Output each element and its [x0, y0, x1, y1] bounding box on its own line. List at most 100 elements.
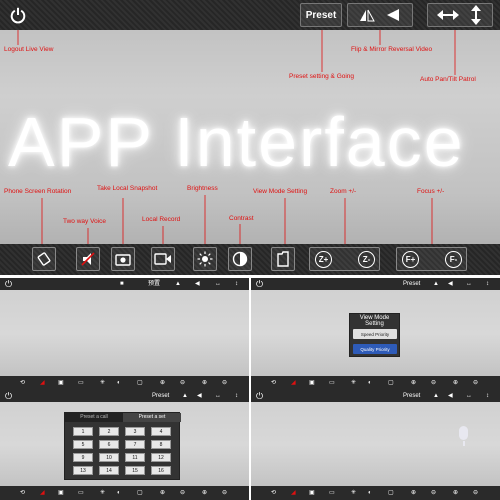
- preset-number-button[interactable]: 10: [99, 453, 119, 462]
- preset-number-button[interactable]: 14: [99, 466, 119, 475]
- view-mode-icon[interactable]: ▢: [137, 376, 143, 390]
- sun-icon[interactable]: ✳: [351, 376, 356, 390]
- arrow-up-down-icon[interactable]: [469, 5, 483, 25]
- mirror-icon[interactable]: ◀: [197, 390, 202, 402]
- speaker-muted-icon[interactable]: ◢: [40, 376, 45, 390]
- view-mode-button[interactable]: [271, 247, 295, 271]
- preset-number-button[interactable]: 16: [151, 466, 171, 475]
- logout-button[interactable]: [6, 3, 30, 27]
- focus-out-button[interactable]: F-: [445, 251, 462, 268]
- tab-preset-set[interactable]: Preset a set: [123, 413, 181, 422]
- preset-number-button[interactable]: 5: [73, 440, 93, 449]
- rotate-screen-icon[interactable]: ⟲: [20, 376, 25, 390]
- zoom-out-icon[interactable]: ⊖: [180, 376, 185, 390]
- power-icon[interactable]: ⏻: [5, 390, 12, 402]
- rotate-screen-icon[interactable]: ⟲: [20, 486, 25, 500]
- preset-number-button[interactable]: 11: [125, 453, 145, 462]
- camera-icon[interactable]: ▣: [309, 376, 315, 390]
- zoom-in-icon[interactable]: ⊕: [411, 486, 416, 500]
- rotate-screen-icon[interactable]: ⟲: [271, 376, 276, 390]
- view-mode-icon[interactable]: ▢: [388, 486, 394, 500]
- brightness-button[interactable]: [193, 247, 217, 271]
- preset-number-button[interactable]: 2: [99, 427, 119, 436]
- camera-icon[interactable]: ▣: [309, 486, 315, 500]
- preset-number-button[interactable]: 8: [151, 440, 171, 449]
- preset-label[interactable]: Preset: [403, 390, 420, 402]
- video-camera-icon[interactable]: ▭: [329, 486, 335, 500]
- sun-icon[interactable]: ✳: [100, 486, 105, 500]
- sun-icon[interactable]: ✳: [351, 486, 356, 500]
- zoom-in-button[interactable]: Z+: [315, 251, 332, 268]
- rotate-screen-icon[interactable]: ⟲: [271, 486, 276, 500]
- focus-out-icon[interactable]: ⊖: [473, 376, 478, 390]
- zoom-out-button[interactable]: Z-: [358, 251, 375, 268]
- preset-number-button[interactable]: 7: [125, 440, 145, 449]
- flip-icon[interactable]: ▲: [182, 390, 188, 402]
- tab-preset-call[interactable]: Preset a call: [65, 413, 123, 422]
- snapshot-button[interactable]: [111, 247, 135, 271]
- zoom-out-icon[interactable]: ⊖: [180, 486, 185, 500]
- view-mode-icon[interactable]: ▢: [137, 486, 143, 500]
- preset-number-button[interactable]: 15: [125, 466, 145, 475]
- preset-number-button[interactable]: 12: [151, 453, 171, 462]
- mirror-icon[interactable]: ◀: [195, 278, 200, 290]
- video-camera-icon[interactable]: ▭: [329, 376, 335, 390]
- contrast-button[interactable]: [228, 247, 252, 271]
- speed-priority-button[interactable]: Speed Priority: [353, 329, 397, 339]
- preset-number-button[interactable]: 9: [73, 453, 93, 462]
- focus-in-icon[interactable]: ⊕: [202, 486, 207, 500]
- preset-button[interactable]: Preset: [300, 3, 342, 27]
- focus-out-icon[interactable]: ⊖: [473, 486, 478, 500]
- video-camera-icon[interactable]: ▭: [78, 376, 84, 390]
- view-mode-icon[interactable]: ▢: [388, 376, 394, 390]
- arrow-up-down-icon[interactable]: ↕: [235, 278, 238, 290]
- contrast-icon[interactable]: ◐: [368, 486, 372, 500]
- preset-number-button[interactable]: 3: [125, 427, 145, 436]
- flip-icon[interactable]: ▲: [433, 390, 439, 402]
- power-icon[interactable]: ⏻: [256, 278, 263, 290]
- record-button[interactable]: [151, 247, 175, 271]
- contrast-icon[interactable]: ◐: [117, 376, 121, 390]
- arrow-up-down-icon[interactable]: ↕: [486, 390, 489, 402]
- arrow-left-right-icon[interactable]: ↔: [466, 278, 472, 290]
- contrast-icon[interactable]: ◐: [368, 376, 372, 390]
- sun-icon[interactable]: ✳: [100, 376, 105, 390]
- arrow-up-down-icon[interactable]: ↕: [486, 278, 489, 290]
- focus-out-icon[interactable]: ⊖: [222, 486, 227, 500]
- focus-out-icon[interactable]: ⊖: [222, 376, 227, 390]
- arrow-left-right-icon[interactable]: ↔: [215, 278, 221, 290]
- arrow-left-right-icon[interactable]: ↔: [215, 390, 221, 402]
- preset-label[interactable]: Preset: [403, 278, 420, 290]
- power-icon[interactable]: ⏻: [5, 278, 12, 290]
- preset-number-button[interactable]: 6: [99, 440, 119, 449]
- focus-in-icon[interactable]: ⊕: [453, 376, 458, 390]
- zoom-in-icon[interactable]: ⊕: [411, 376, 416, 390]
- flip-icon[interactable]: ▲: [433, 278, 439, 290]
- zoom-out-icon[interactable]: ⊖: [431, 376, 436, 390]
- contrast-icon[interactable]: ◐: [117, 486, 121, 500]
- preset-label[interactable]: Preset: [152, 390, 169, 402]
- quality-priority-button[interactable]: Quality Priority: [353, 344, 397, 354]
- zoom-in-icon[interactable]: ⊕: [160, 486, 165, 500]
- arrow-left-right-icon[interactable]: [437, 8, 459, 22]
- preset-number-button[interactable]: 1: [73, 427, 93, 436]
- mirror-icon[interactable]: ◀: [448, 390, 453, 402]
- video-camera-icon[interactable]: ▭: [78, 486, 84, 500]
- zoom-out-icon[interactable]: ⊖: [431, 486, 436, 500]
- flip-icon[interactable]: ▲: [175, 278, 181, 290]
- preset-label-cn[interactable]: 预置: [148, 278, 160, 290]
- preset-number-button[interactable]: 4: [151, 427, 171, 436]
- arrow-left-right-icon[interactable]: ↔: [466, 390, 472, 402]
- focus-in-button[interactable]: F+: [402, 251, 419, 268]
- speaker-muted-icon[interactable]: ◢: [40, 486, 45, 500]
- focus-in-icon[interactable]: ⊕: [453, 486, 458, 500]
- flip-vertical-icon[interactable]: [357, 7, 379, 23]
- speaker-muted-icon[interactable]: ◢: [291, 376, 296, 390]
- power-icon[interactable]: ⏻: [256, 390, 263, 402]
- voice-button[interactable]: [76, 247, 100, 271]
- microphone-icon[interactable]: [458, 426, 470, 448]
- camera-icon[interactable]: ▣: [58, 376, 64, 390]
- speaker-muted-icon[interactable]: ◢: [291, 486, 296, 500]
- zoom-in-icon[interactable]: ⊕: [160, 376, 165, 390]
- mirror-icon[interactable]: ◀: [448, 278, 453, 290]
